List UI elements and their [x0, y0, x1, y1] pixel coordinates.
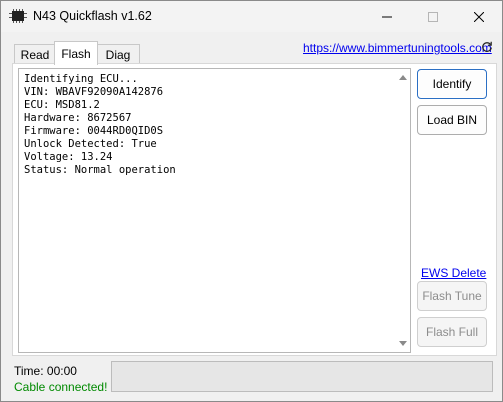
load-bin-button[interactable]: Load BIN	[417, 105, 487, 135]
load-bin-button-label: Load BIN	[426, 113, 478, 127]
log-line: Voltage: 13.24	[24, 151, 113, 163]
elapsed-time: Time: 00:00	[14, 364, 77, 378]
maximize-button[interactable]	[410, 1, 456, 32]
flash-tab-panel: Identifying ECU... VIN: WBAVF92090A142876…	[12, 63, 497, 356]
window-title: N43 Quickflash v1.62	[33, 9, 152, 23]
flash-progress-bar	[111, 361, 493, 392]
close-icon	[474, 11, 484, 22]
log-line: Hardware: 8672567	[24, 112, 132, 124]
flash-full-button[interactable]: Flash Full	[417, 317, 487, 347]
flash-tune-button-label: Flash Tune	[422, 289, 482, 303]
tab-flash-label: Flash	[61, 46, 91, 61]
tab-read[interactable]: Read	[14, 44, 56, 64]
tab-diag-label: Diag	[105, 47, 131, 62]
log-line: Unlock Detected: True	[24, 138, 157, 150]
ews-delete-link[interactable]: EWS Delete	[421, 266, 486, 280]
app-window: N43 Quickflash v1.62 Read Flash Diag htt…	[0, 0, 503, 402]
minimize-button[interactable]	[364, 1, 410, 32]
scroll-up-arrow-icon[interactable]	[399, 75, 407, 80]
refresh-icon[interactable]	[481, 41, 493, 53]
log-line: Firmware: 0044RD0QID0S	[24, 125, 164, 137]
identify-button[interactable]: Identify	[417, 69, 487, 99]
flash-tune-button[interactable]: Flash Tune	[417, 281, 487, 311]
cable-status: Cable connected!	[14, 380, 108, 394]
title-bar[interactable]: N43 Quickflash v1.62	[1, 1, 502, 32]
log-textbox[interactable]: Identifying ECU... VIN: WBAVF92090A142876…	[18, 68, 411, 353]
close-button[interactable]	[456, 1, 502, 32]
maximize-icon	[428, 11, 438, 22]
flash-full-button-label: Flash Full	[425, 325, 478, 339]
identify-button-label: Identify	[432, 77, 472, 91]
log-line: Status: Normal operation	[24, 164, 176, 176]
scroll-down-arrow-icon[interactable]	[399, 341, 407, 346]
log-line: ECU: MSD81.2	[24, 99, 100, 111]
log-line: Identifying ECU...	[24, 73, 138, 85]
tab-diag[interactable]: Diag	[96, 44, 140, 64]
minimize-icon	[382, 16, 392, 17]
website-link[interactable]: https://www.bimmertuningtools.com	[303, 41, 492, 55]
tab-flash[interactable]: Flash	[54, 41, 98, 65]
log-lines: Identifying ECU... VIN: WBAVF92090A142876…	[24, 73, 176, 177]
chip-icon	[9, 9, 27, 23]
log-scrollbar[interactable]	[396, 69, 410, 352]
log-line: VIN: WBAVF92090A142876	[24, 86, 164, 98]
tab-read-label: Read	[20, 47, 50, 62]
